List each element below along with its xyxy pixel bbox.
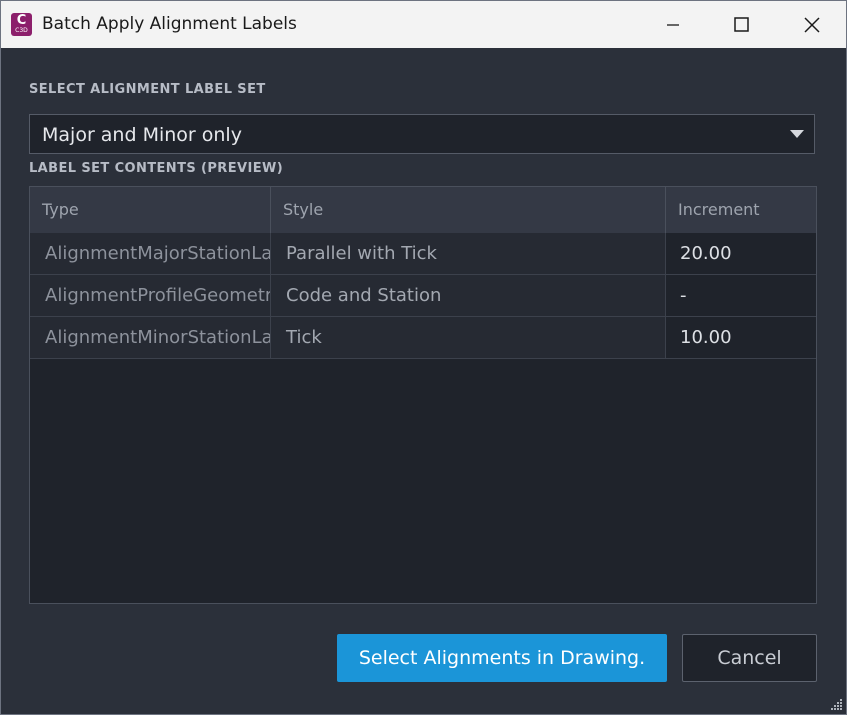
close-button[interactable] (777, 1, 847, 48)
table-header: Type Style Increment (30, 187, 816, 233)
maximize-icon (734, 17, 749, 32)
app-icon-sub: C3D (15, 27, 28, 34)
app-icon-letter: C (16, 13, 27, 28)
type-cell: AlignmentMajorStationLabel (30, 233, 270, 274)
table-row[interactable]: AlignmentMajorStationLabel Parallel with… (30, 233, 816, 275)
type-cell: AlignmentMinorStationLabel (30, 317, 270, 358)
resize-grip-icon[interactable] (829, 697, 843, 711)
civil3d-app-icon: C C3D (11, 13, 32, 36)
title-bar[interactable]: C C3D Batch Apply Alignment Labels (1, 1, 846, 48)
select-alignments-button[interactable]: Select Alignments in Drawing. (337, 634, 667, 682)
minimize-icon (667, 24, 679, 26)
column-header-increment[interactable]: Increment (665, 187, 816, 233)
column-header-style[interactable]: Style (270, 187, 665, 233)
table-row[interactable]: AlignmentMinorStationLabel Tick 10.00 (30, 317, 816, 359)
increment-cell[interactable]: 10.00 (665, 317, 816, 358)
label-set-selected-value: Major and Minor only (42, 124, 242, 146)
dialog-window: C C3D Batch Apply Alignment Labels SELEC… (0, 0, 847, 715)
label-set-dropdown[interactable]: Major and Minor only (29, 114, 815, 154)
close-icon (804, 17, 820, 33)
chevron-down-icon (790, 130, 804, 138)
style-cell: Tick (270, 317, 665, 358)
preview-section-label: LABEL SET CONTENTS (PREVIEW) (29, 161, 284, 176)
maximize-button[interactable] (707, 1, 777, 48)
style-cell: Parallel with Tick (270, 233, 665, 274)
increment-cell[interactable]: - (665, 275, 816, 316)
table-row[interactable]: AlignmentProfileGeometryPoint Code and S… (30, 275, 816, 317)
style-cell: Code and Station (270, 275, 665, 316)
column-header-type[interactable]: Type (30, 187, 270, 233)
label-set-preview-table: Type Style Increment AlignmentMajorStati… (29, 186, 817, 604)
cancel-button[interactable]: Cancel (682, 634, 817, 682)
label-set-section-label: SELECT ALIGNMENT LABEL SET (29, 82, 266, 97)
type-cell: AlignmentProfileGeometryPoint (30, 275, 270, 316)
increment-cell[interactable]: 20.00 (665, 233, 816, 274)
minimize-button[interactable] (638, 1, 708, 48)
window-title: Batch Apply Alignment Labels (42, 14, 297, 34)
